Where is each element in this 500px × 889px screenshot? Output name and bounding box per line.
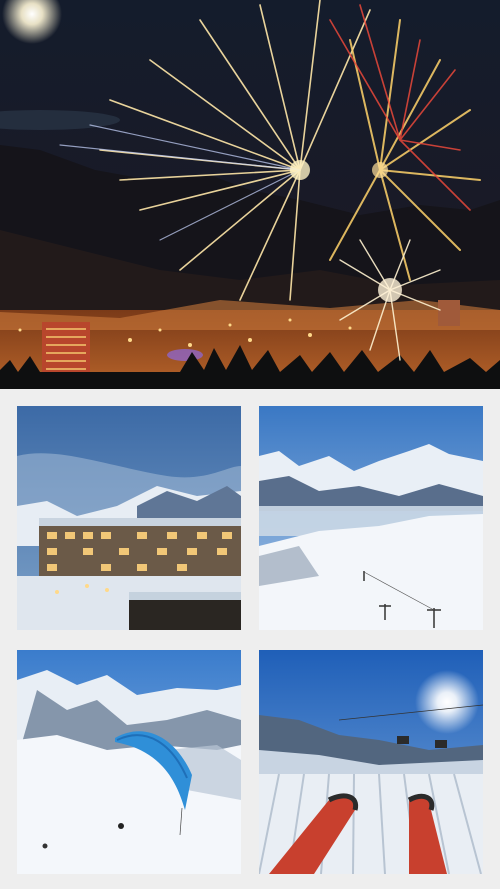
photo-mountain-panorama (259, 406, 483, 630)
mountain-panorama-scene (259, 406, 483, 630)
photo-paraglider (17, 650, 241, 874)
photo-skis-piste (259, 650, 483, 874)
skier (118, 823, 124, 829)
photo-resort-building (17, 406, 241, 630)
sun (415, 670, 479, 734)
fireworks-scene (0, 0, 500, 389)
paraglider-scene (17, 650, 241, 874)
resort-building-scene (17, 406, 241, 630)
skis-piste-scene (259, 650, 483, 874)
hero-photo-fireworks (0, 0, 500, 389)
